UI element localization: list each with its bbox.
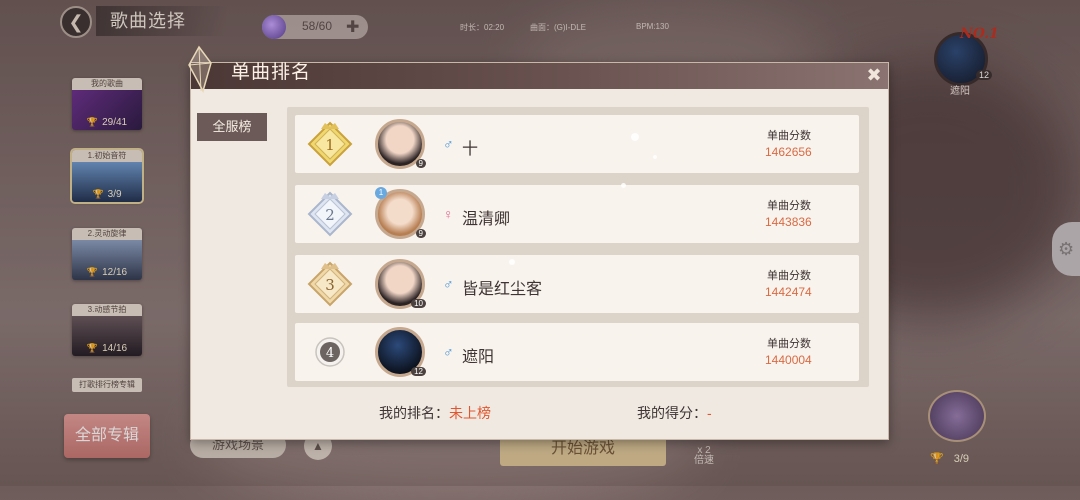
score-value: 1442474: [765, 285, 812, 299]
ranking-row[interactable]: 2 9 1 ♀ 温清卿 单曲分数 1443836: [295, 185, 859, 243]
gold-medal-icon: 1: [307, 121, 353, 167]
rank-number: 4: [326, 346, 334, 361]
my-rank: 我的排名：未上榜: [379, 403, 491, 423]
my-score: 我的得分：-: [637, 403, 712, 423]
male-icon: ♂: [443, 344, 454, 360]
avatar[interactable]: 10: [375, 259, 426, 309]
dialog-title: 单曲排名: [231, 62, 312, 83]
avatar[interactable]: 12: [375, 327, 426, 377]
sparkle-decoration: [653, 155, 657, 159]
rank-number: 1: [325, 136, 335, 154]
score-label: 单曲分数: [767, 130, 811, 142]
sparkle-decoration: [621, 183, 626, 188]
my-rank-value: 未上榜: [449, 405, 491, 421]
bronze-medal-icon: 3: [307, 261, 353, 307]
single-song-ranking-dialog: 单曲排名 ✖ 全服榜 1 9 ♂ 十 单曲分数 1462656 2 9 1 ♀ …: [188, 45, 889, 440]
crystal-icon: [188, 45, 212, 93]
ranking-row[interactable]: 3 10 ♂ 皆是红尘客 单曲分数 1442474: [295, 255, 859, 313]
score-value: 1440004: [765, 353, 812, 367]
male-icon: ♂: [443, 276, 454, 292]
player-level: 10: [411, 299, 426, 308]
player-level: 9: [415, 159, 426, 168]
player-name: 遮阳: [462, 349, 495, 366]
player-name: 十: [462, 141, 479, 158]
player-name: 皆是红尘客: [462, 281, 543, 298]
player-name: 温清卿: [462, 211, 511, 228]
sparkle-decoration: [631, 133, 639, 141]
ranking-row[interactable]: 1 9 ♂ 十 单曲分数 1462656: [295, 115, 859, 173]
score-label: 单曲分数: [767, 270, 811, 282]
male-icon: ♂: [443, 136, 454, 152]
ranking-row[interactable]: 4 12 ♂ 遮阳 单曲分数 1440004: [295, 323, 859, 381]
score-label: 单曲分数: [767, 338, 811, 350]
rank-number: 3: [325, 276, 335, 294]
female-icon: ♀: [443, 206, 454, 222]
my-rank-label: 我的排名：: [379, 405, 449, 421]
player-level: 12: [411, 367, 426, 376]
close-icon[interactable]: ✖: [864, 65, 884, 85]
ranking-list: 1 9 ♂ 十 单曲分数 1462656 2 9 1 ♀ 温清卿 单曲分数 14…: [287, 107, 869, 387]
rank-badge-icon: 4: [315, 337, 345, 367]
my-score-value: -: [707, 405, 712, 421]
player-level: 9: [415, 229, 426, 238]
score-value: 1462656: [765, 145, 812, 159]
player-badge: 1: [375, 187, 387, 199]
sparkle-decoration: [509, 259, 515, 265]
score-value: 1443836: [765, 215, 812, 229]
avatar[interactable]: 9: [375, 119, 426, 169]
tab-global-ranking[interactable]: 全服榜: [197, 113, 267, 141]
score-label: 单曲分数: [767, 200, 811, 212]
rank-number: 2: [325, 206, 335, 224]
my-score-label: 我的得分：: [637, 405, 707, 421]
silver-medal-icon: 2: [307, 191, 353, 237]
